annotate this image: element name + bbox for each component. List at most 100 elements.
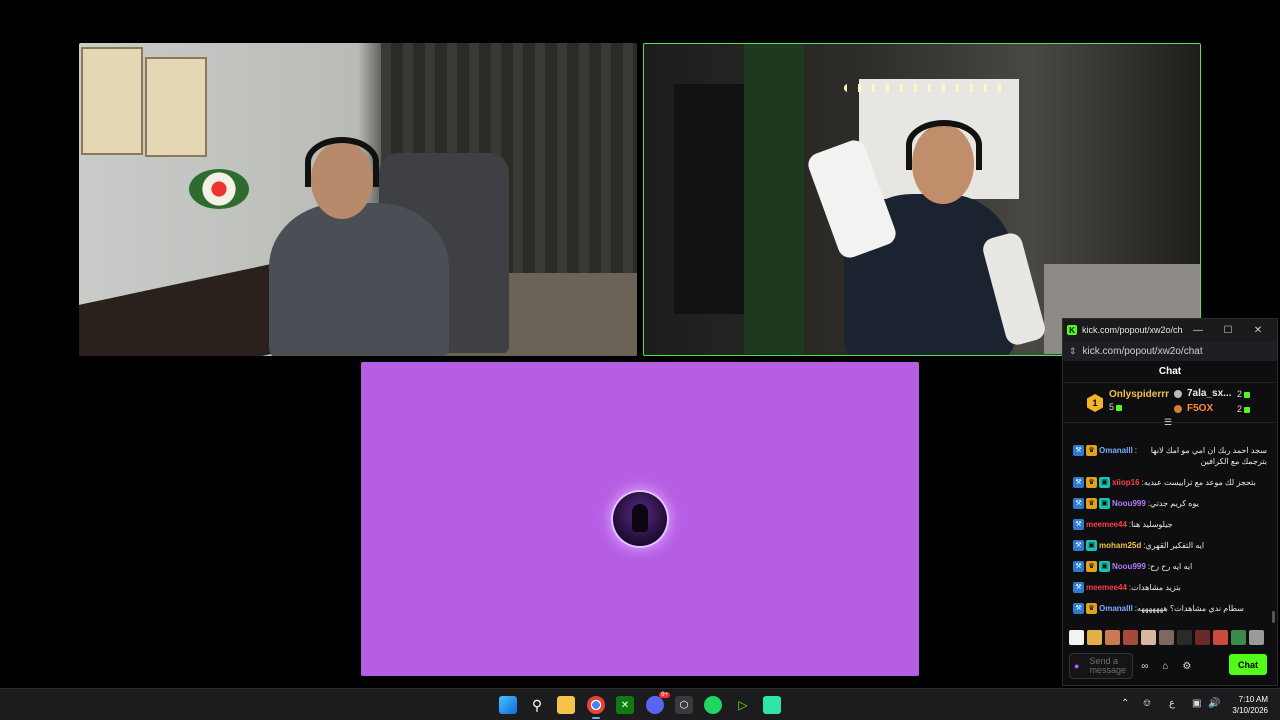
blue-badge-icon: ⚒ [1073, 603, 1084, 614]
chat-input-row: ● Send a message ☺ ∞ ⌂ ⚙ Chat [1069, 652, 1273, 680]
teal-badge-icon: ▣ [1099, 477, 1110, 488]
headset-icon [305, 137, 379, 187]
chat-send-button[interactable]: Chat [1229, 654, 1267, 675]
chat-username[interactable]: moham25d [1099, 540, 1141, 551]
flag [744, 44, 804, 354]
gold-badge-icon: ♛ [1086, 477, 1097, 488]
chat-message-input[interactable]: ● Send a message [1069, 653, 1133, 679]
microphone-icon[interactable]: ● [1074, 661, 1079, 671]
chat-message: ⚒ meemee44: جيلوسليد هنا [1063, 519, 1271, 530]
chat-username[interactable]: Omanalll [1099, 603, 1133, 614]
taskbar: ⚲ ✕ 9+ ⬡ ▷ ⌃ ⎊ ع ▣ 🔊 7:10 AM 3/10/2026 [0, 688, 1280, 720]
chat-message-text: بتحجز لك موعد مع ترابيست عبديه [1143, 478, 1256, 487]
leaderboard-third-count: 2 [1237, 404, 1251, 414]
chat-message-text: سجد احمد ربك ان امي مو امك لانها بترجمك … [1150, 446, 1267, 466]
blue-badge-icon: ⚒ [1073, 498, 1084, 509]
video-tile-left[interactable] [79, 43, 637, 356]
network-icon[interactable]: ▣ [1192, 698, 1201, 709]
app-cube-icon[interactable]: ⬡ [675, 696, 693, 714]
chat-header: Chat [1063, 361, 1277, 383]
streamer-avatar [613, 492, 667, 546]
language-indicator[interactable]: ع [1169, 698, 1175, 709]
input-placeholder: Send a message [1089, 656, 1126, 675]
chat-message: ⚒ ♛ ▣ Noou999: يوه كريم جدتي [1063, 498, 1271, 509]
chat-popout-window[interactable]: K kick.com/popout/xw2o/chat... — ☐ ✕ ⇕ k… [1062, 318, 1278, 686]
teal-badge-icon: ▣ [1086, 540, 1097, 551]
kick-studio-icon[interactable]: ▷ [734, 696, 752, 714]
chat-message: ⚒ meemee44: بتزيد مشاهدات [1063, 582, 1271, 593]
settings-gear-icon[interactable]: ⚙ [1182, 661, 1191, 672]
chat-message-text: سطام ندي مشاهدات؟ هههههههه [1137, 604, 1244, 613]
minimize-icon[interactable]: — [1183, 325, 1213, 336]
volume-icon[interactable]: 🔊 [1208, 698, 1220, 709]
window-titlebar[interactable]: K kick.com/popout/xw2o/chat... — ☐ ✕ [1063, 319, 1277, 341]
blue-badge-icon: ⚒ [1073, 561, 1084, 572]
chat-username[interactable]: meemee44 [1086, 519, 1127, 530]
chat-username[interactable]: Noou999 [1112, 498, 1146, 509]
chat-username[interactable]: Noou999 [1112, 561, 1146, 572]
blue-badge-icon: ⚒ [1073, 445, 1084, 456]
maximize-icon[interactable]: ☐ [1213, 325, 1243, 336]
monitor [674, 84, 744, 314]
gold-badge-icon: ♛ [1086, 498, 1097, 509]
chat-message-text: ايه التفكير القهري [1145, 541, 1205, 550]
flowers [189, 169, 249, 209]
chat-message-text: بتزيد مشاهدات [1131, 583, 1181, 592]
chat-scrollbar[interactable] [1272, 611, 1275, 623]
gold-badge-icon: ♛ [1086, 603, 1097, 614]
emote[interactable] [1105, 630, 1120, 645]
video-tile-bottom[interactable] [361, 362, 919, 676]
discord-icon[interactable]: 9+ [646, 692, 670, 714]
search-icon[interactable]: ⚲ [528, 696, 546, 714]
wanted-poster-2 [145, 57, 207, 157]
emote[interactable] [1069, 630, 1084, 645]
chat-message-text: يوه كريم جدتي [1150, 499, 1199, 508]
file-explorer-icon[interactable] [557, 696, 575, 714]
chevron-up-icon[interactable]: ⌃ [1121, 698, 1129, 709]
silver-badge-icon [1174, 390, 1182, 398]
teal-badge-icon: ▣ [1099, 498, 1110, 509]
chrome-icon[interactable] [587, 696, 605, 719]
clock-time: 7:10 AM [1238, 695, 1268, 704]
chat-message: ⚒ ▣ moham25d: ايه التفكير القهري [1063, 540, 1271, 551]
chat-message: ⚒ ♛ ▣ xiiop16: بتحجز لك موعد مع ترابيست عبدي… [1063, 477, 1271, 488]
emote[interactable] [1249, 630, 1264, 645]
leaderboard-top-user[interactable]: Onlyspiderrr [1109, 389, 1169, 400]
chat-username[interactable]: Omanalll [1099, 445, 1133, 456]
emote[interactable] [1177, 630, 1192, 645]
chat-username[interactable]: meemee44 [1086, 582, 1127, 593]
leaderboard-third-user[interactable]: F5OX [1187, 403, 1213, 414]
windows-start-icon[interactable] [499, 696, 517, 714]
chat-username[interactable]: xiiop16 [1112, 477, 1140, 488]
emote[interactable] [1141, 630, 1156, 645]
android-app-icon[interactable] [763, 696, 781, 714]
emote[interactable] [1159, 630, 1174, 645]
blue-badge-icon: ⚒ [1073, 540, 1084, 551]
chat-message-text: جيلوسليد هنا [1131, 520, 1173, 529]
system-clock[interactable]: 7:10 AM 3/10/2026 [1232, 694, 1268, 716]
xbox-icon[interactable]: ✕ [616, 696, 634, 714]
emote[interactable] [1087, 630, 1102, 645]
kicks-icon[interactable]: ∞ [1141, 661, 1148, 672]
emote[interactable] [1195, 630, 1210, 645]
site-info-icon[interactable]: ⇕ [1069, 346, 1077, 357]
chat-message-text: ايه ايه رح رح [1150, 562, 1193, 571]
url-bar[interactable]: ⇕ kick.com/popout/xw2o/chat [1063, 341, 1277, 361]
gold-badge-icon: ♛ [1086, 445, 1097, 456]
emote[interactable] [1231, 630, 1246, 645]
pinned-collapse-icon[interactable]: ☰ [1164, 417, 1172, 428]
string-lights [844, 84, 1004, 92]
video-tile-right[interactable] [643, 43, 1201, 356]
emote[interactable] [1213, 630, 1228, 645]
chat-messages: ⚒ ♛ Omanalll: سجد احمد ربك ان امي مو امك لا… [1063, 445, 1271, 624]
spotify-icon[interactable] [704, 696, 722, 714]
leaderboard-second-user[interactable]: 7ala_sx... [1187, 388, 1231, 399]
close-icon[interactable]: ✕ [1243, 325, 1273, 336]
store-icon[interactable]: ⌂ [1162, 661, 1168, 672]
streamer-left-body [269, 203, 449, 356]
wanted-poster-1 [81, 47, 143, 155]
gold-badge-icon: ♛ [1086, 561, 1097, 572]
microphone-tray-icon[interactable]: ⎊ [1143, 698, 1151, 709]
chat-message: ⚒ ♛ Omanalll: سجد احمد ربك ان امي مو امك لا… [1063, 445, 1271, 467]
emote[interactable] [1123, 630, 1138, 645]
